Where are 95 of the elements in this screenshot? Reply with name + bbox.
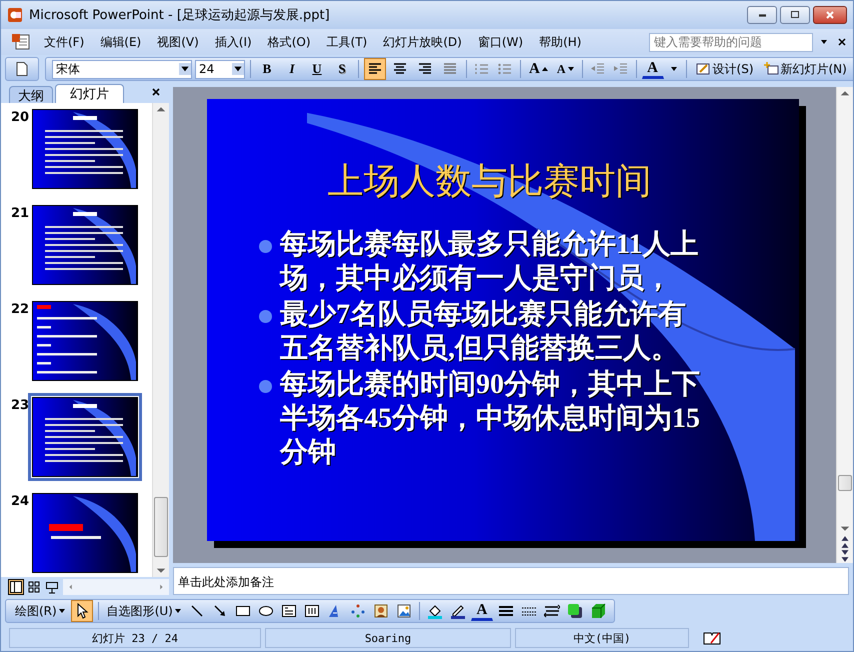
- menu-item[interactable]: 帮助(H): [536, 32, 590, 52]
- slide-number: 24: [10, 494, 30, 509]
- maximize-icon: [789, 9, 801, 21]
- decrease-font-size-button[interactable]: A: [554, 58, 577, 80]
- design-button[interactable]: 设计(S): [692, 58, 756, 80]
- notes-field[interactable]: 单击此处添加备注: [173, 567, 849, 595]
- pencil-on-slide-icon: [694, 61, 711, 77]
- 3d-icon[interactable]: [590, 603, 606, 619]
- bulleted-list-icon[interactable]: [497, 61, 513, 77]
- line-style-icon[interactable]: [498, 603, 514, 619]
- vertical-scrollbar[interactable]: [152, 103, 169, 577]
- text-box-icon[interactable]: [280, 603, 297, 619]
- help-search-field[interactable]: 键入需要帮助的问题: [649, 32, 813, 52]
- bullet-icon: [259, 240, 272, 253]
- align-center-icon: [392, 61, 408, 77]
- up-triangle-icon: [542, 66, 548, 72]
- slide-number: 23: [10, 398, 30, 413]
- clip-art-icon[interactable]: [372, 603, 389, 619]
- close-icon: [824, 9, 836, 21]
- font-size-dropdown[interactable]: 24: [195, 60, 245, 78]
- menu-item[interactable]: 工具(T): [324, 32, 376, 52]
- vertical-text-box-icon[interactable]: [304, 603, 320, 619]
- slide-show-icon[interactable]: [45, 580, 59, 594]
- bullet-text: 每场比赛每队最多只能允许11人上场，其中必须有一人是守门员，: [280, 228, 700, 296]
- menu-item[interactable]: 编辑(E): [97, 32, 150, 52]
- window-title: Microsoft PowerPoint - [足球运动起源与发展.ppt]: [29, 7, 331, 24]
- slide-thumbnail[interactable]: [28, 393, 142, 481]
- scroll-thumb[interactable]: [154, 497, 168, 557]
- status-bar-field: Soaring: [265, 628, 511, 648]
- menu-item[interactable]: 幻灯片放映(D): [380, 32, 471, 52]
- new-slide-icon: [762, 61, 778, 77]
- menu-item[interactable]: 插入(I): [212, 32, 261, 52]
- menu-item[interactable]: 文件(F): [41, 32, 94, 52]
- scroll-thumb[interactable]: [838, 475, 852, 491]
- slide-number: 21: [10, 206, 30, 221]
- increase-font-size-button[interactable]: A: [526, 58, 551, 80]
- normal-view-icon[interactable]: [9, 580, 23, 594]
- pane-tab[interactable]: 大纲: [9, 86, 53, 103]
- scroll-left-icon[interactable]: [67, 583, 75, 591]
- status-bar-field: 中文(中国): [515, 628, 689, 648]
- slide-title: 上场人数与比赛时间: [326, 160, 652, 203]
- underline-button[interactable]: U: [306, 58, 328, 80]
- arrow-style-icon[interactable]: [544, 603, 560, 619]
- align-left-icon: [367, 61, 383, 77]
- arrow-icon[interactable]: [212, 603, 228, 619]
- numbered-list-icon[interactable]: [474, 61, 490, 77]
- picture-icon[interactable]: [396, 603, 412, 619]
- line-icon[interactable]: [188, 603, 205, 619]
- bullet-text: 每场比赛的时间90分钟，其中上下半场各45分钟，中场休息时间为15分钟: [280, 368, 701, 470]
- diagram-icon[interactable]: [350, 603, 366, 619]
- align-justify-icon: [442, 61, 458, 77]
- close-icon[interactable]: [151, 87, 161, 97]
- autoshapes-menu-button[interactable]: 自选图形(U): [104, 600, 184, 622]
- close-button[interactable]: [813, 6, 847, 24]
- status-bar-field: 幻灯片 23 / 24: [9, 628, 261, 648]
- menu-item[interactable]: 视图(V): [154, 32, 208, 52]
- slide-sorter-icon[interactable]: [27, 580, 41, 594]
- bold-button[interactable]: B: [256, 58, 278, 80]
- document-icon[interactable]: [11, 33, 31, 51]
- oval-icon[interactable]: [258, 603, 274, 619]
- align-left-button[interactable]: [364, 58, 386, 80]
- shadow-button[interactable]: S: [331, 58, 353, 80]
- menu-item[interactable]: 窗口(W): [474, 32, 532, 52]
- select-objects-button[interactable]: [70, 600, 93, 622]
- slide-number: 22: [10, 302, 30, 317]
- spelling-book-icon: [703, 631, 721, 645]
- bullet-text: 最少7名队员每场比赛只能允许有五名替补队员,但只能替换三人。: [280, 298, 687, 366]
- horizontal-scrollbar[interactable]: [63, 579, 169, 595]
- italic-button[interactable]: I: [281, 58, 303, 80]
- pane-tab[interactable]: 幻灯片: [55, 84, 124, 103]
- minimize-button[interactable]: [747, 6, 777, 24]
- bullet-icon: [259, 310, 272, 323]
- align-right-icon: [417, 61, 433, 77]
- scroll-right-icon[interactable]: [157, 583, 165, 591]
- dropdown-arrow-icon: [58, 608, 65, 614]
- rectangle-icon[interactable]: [234, 603, 251, 619]
- font-color-button[interactable]: A: [470, 601, 493, 621]
- fill-bucket-icon[interactable]: [426, 603, 443, 619]
- close-icon[interactable]: [837, 37, 847, 47]
- slide-number: 20: [10, 110, 30, 125]
- draw-menu-button[interactable]: 绘图(R): [12, 600, 68, 622]
- dropdown-arrow-icon: [174, 608, 181, 614]
- font-color-button[interactable]: A: [642, 59, 664, 79]
- shadow-icon[interactable]: [566, 603, 583, 619]
- vertical-scrollbar[interactable]: [836, 87, 853, 563]
- powerpoint-app-icon: [7, 7, 23, 23]
- down-triangle-icon: [568, 66, 574, 72]
- bullet-icon: [259, 380, 272, 393]
- maximize-button[interactable]: [780, 6, 810, 24]
- new-slide-button[interactable]: 新幻灯片(N): [760, 58, 850, 80]
- menu-item[interactable]: 格式(O): [264, 32, 320, 52]
- pen-icon[interactable]: [450, 603, 466, 619]
- minimize-icon: [758, 14, 766, 16]
- font-dropdown[interactable]: 宋体: [52, 60, 192, 78]
- new-document-icon[interactable]: [14, 61, 30, 77]
